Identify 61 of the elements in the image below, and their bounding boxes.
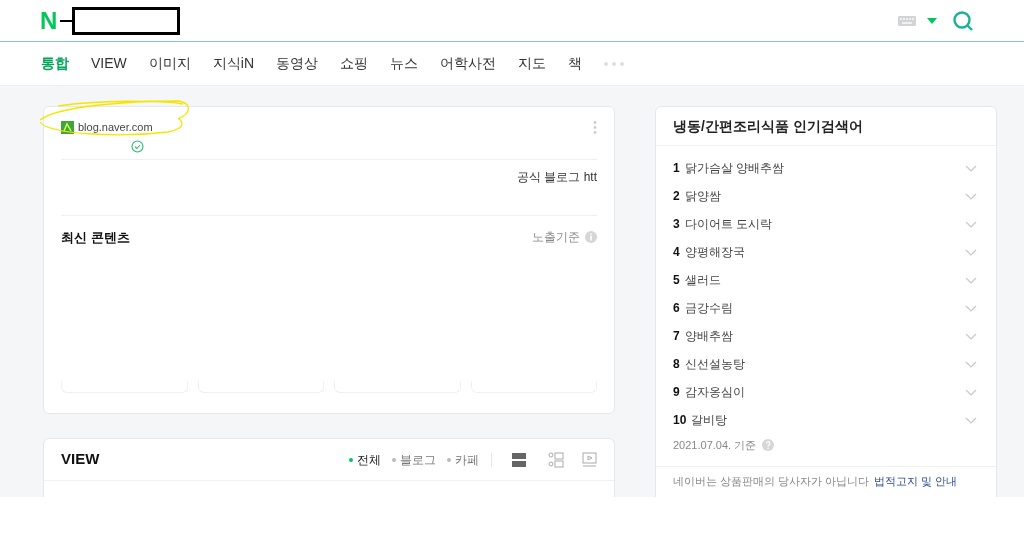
rank-number: 6 [673, 300, 680, 317]
search-term[interactable]: 갈비탕 [691, 411, 728, 429]
chevron-down-icon[interactable] [965, 164, 977, 172]
chevron-down-icon[interactable] [965, 304, 977, 312]
search-term[interactable]: 양배추쌈 [684, 327, 733, 345]
rank-number: 5 [673, 272, 680, 289]
info-icon[interactable] [585, 231, 597, 244]
ranking-date: 2021.07.04. 기준 [673, 437, 757, 453]
rank-number: 2 [673, 188, 680, 205]
chevron-down-icon[interactable] [965, 220, 977, 228]
ranking-title: 냉동/간편조리식품 인기검색어 [673, 117, 863, 136]
rank-number: 7 [673, 328, 680, 345]
search-term[interactable]: 감자옹심이 [684, 383, 745, 401]
video-view-icon[interactable] [582, 452, 597, 467]
notice-text: 네이버는 상품판매의 당사자가 아닙니다 [673, 474, 870, 489]
rank-number: 4 [673, 244, 680, 261]
view-title: VIEW [61, 449, 100, 470]
filter-tab[interactable]: 전체 [349, 450, 381, 469]
nav-tab[interactable]: 쇼핑 [340, 53, 368, 74]
more-vertical-icon[interactable] [593, 120, 597, 134]
search-term[interactable]: 샐러드 [684, 271, 721, 289]
filter-tab[interactable]: 카페 [447, 450, 479, 469]
more-icon[interactable] [604, 61, 624, 66]
chevron-down-icon[interactable] [965, 276, 977, 284]
search-term[interactable]: 닭가슴살 양배추쌈 [684, 159, 785, 177]
keyboard-icon[interactable] [898, 15, 916, 26]
nav-tab[interactable]: 뉴스 [390, 53, 418, 74]
search-term[interactable]: 신선설농탕 [684, 355, 745, 373]
chevron-down-icon[interactable] [965, 388, 977, 396]
list-view-icon[interactable] [512, 452, 526, 467]
nav-tab[interactable]: 지도 [518, 53, 546, 74]
search-term[interactable]: 다이어트 도시락 [684, 215, 773, 233]
search-icon[interactable] [952, 9, 974, 32]
site-description: 공식 블로그 htt [517, 168, 597, 186]
chevron-down-icon[interactable] [965, 192, 977, 200]
nav-tab[interactable]: 책 [568, 53, 582, 74]
rank-number: 10 [673, 412, 687, 429]
legal-notice-link[interactable]: 법적고지 및 안내 [874, 473, 958, 490]
nav-tab[interactable]: 동영상 [276, 53, 318, 74]
chevron-down-icon[interactable] [965, 360, 977, 368]
caret-icon[interactable] [927, 17, 937, 24]
rank-number: 1 [673, 160, 680, 177]
nav-tab[interactable]: VIEW [91, 53, 127, 74]
section-title: 최신 콘텐츠 [61, 228, 130, 247]
search-term[interactable]: 금강수림 [684, 299, 733, 317]
search-term[interactable]: 닭양쌈 [684, 187, 721, 205]
site-url[interactable]: blog.naver.com [78, 119, 153, 136]
search-term[interactable]: 양평해장국 [684, 243, 745, 261]
criteria-label[interactable]: 노출기준 [532, 228, 580, 247]
rank-number: 3 [673, 216, 680, 233]
chevron-down-icon[interactable] [965, 332, 977, 340]
nav-tab[interactable]: 지식iN [212, 53, 254, 74]
rank-number: 8 [673, 356, 680, 373]
chevron-down-icon[interactable] [965, 416, 977, 424]
nav-tab[interactable]: 이미지 [148, 53, 191, 74]
nav-tab[interactable]: 어학사전 [440, 53, 496, 74]
filter-tab[interactable]: 블로그 [392, 450, 436, 469]
rank-number: 9 [673, 384, 680, 401]
chevron-down-icon[interactable] [965, 248, 977, 256]
split-view-icon[interactable] [548, 451, 564, 468]
help-icon[interactable] [762, 439, 775, 451]
